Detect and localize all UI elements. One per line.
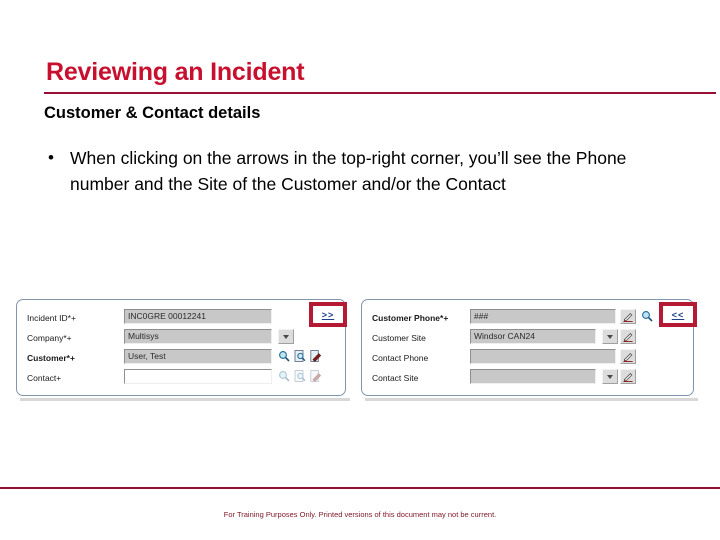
field-label-customer: Customer*+	[27, 353, 75, 363]
chevron-down-icon	[607, 334, 613, 339]
field-label-customer-phone: Customer Phone*+	[372, 313, 449, 323]
contact-phone-edit-button[interactable]	[620, 349, 636, 364]
incident-id-field[interactable]: INC0GRE 00012241	[124, 309, 272, 324]
bullet-marker: •	[48, 148, 54, 167]
customer-site-dropdown-button[interactable]	[602, 329, 618, 344]
edit-document-icon[interactable]	[310, 350, 322, 362]
field-label-company: Company*+	[27, 333, 72, 343]
left-panel-shadow	[20, 398, 350, 401]
pencil-icon	[623, 353, 633, 362]
customer-site-field[interactable]: Windsor CAN24	[470, 329, 596, 344]
field-label-contact: Contact+	[27, 373, 62, 383]
contact-phone-field[interactable]	[470, 349, 616, 364]
search-icon[interactable]	[641, 310, 653, 322]
collapse-arrows-label: <<	[671, 309, 685, 320]
expand-arrows-label: >>	[321, 309, 335, 320]
pencil-icon	[623, 373, 633, 382]
page-title: Reviewing an Incident	[46, 58, 305, 86]
title-divider	[44, 92, 716, 94]
pencil-icon	[623, 313, 633, 322]
customer-contact-detail-panel: Customer Phone*+ ### Customer Site Winds…	[361, 299, 694, 396]
chevron-down-icon	[607, 374, 613, 379]
list-item: • When clicking on the arrows in the top…	[48, 145, 688, 197]
footer-divider	[0, 487, 720, 489]
customer-phone-edit-button[interactable]	[620, 309, 636, 324]
company-dropdown-button[interactable]	[278, 329, 294, 344]
search-icon[interactable]	[278, 350, 290, 362]
search-icon[interactable]	[278, 370, 290, 382]
field-label-incident-id: Incident ID*+	[27, 313, 76, 323]
bullet-list: • When clicking on the arrows in the top…	[48, 145, 688, 197]
contact-site-edit-button[interactable]	[620, 369, 636, 384]
preview-document-icon[interactable]	[294, 370, 306, 382]
customer-site-edit-button[interactable]	[620, 329, 636, 344]
edit-document-icon[interactable]	[310, 370, 322, 382]
field-label-customer-site: Customer Site	[372, 333, 426, 343]
customer-phone-field[interactable]: ###	[470, 309, 616, 324]
collapse-arrows-button[interactable]: <<	[659, 302, 697, 327]
company-field[interactable]: Multisys	[124, 329, 272, 344]
bullet-text: When clicking on the arrows in the top-r…	[70, 148, 627, 194]
right-panel-shadow	[365, 398, 698, 401]
preview-document-icon[interactable]	[294, 350, 306, 362]
footer-disclaimer: For Training Purposes Only. Printed vers…	[223, 510, 497, 519]
contact-site-dropdown-button[interactable]	[602, 369, 618, 384]
contact-field[interactable]	[124, 369, 272, 384]
expand-arrows-button[interactable]: >>	[309, 302, 347, 327]
field-label-contact-site: Contact Site	[372, 373, 419, 383]
pencil-icon	[623, 333, 633, 342]
contact-site-field[interactable]	[470, 369, 596, 384]
chevron-down-icon	[283, 334, 289, 339]
page-subtitle: Customer & Contact details	[44, 104, 261, 122]
customer-contact-panel: Incident ID*+ INC0GRE 00012241 Company*+…	[16, 299, 346, 396]
customer-field[interactable]: User, Test	[124, 349, 272, 364]
field-label-contact-phone: Contact Phone	[372, 353, 429, 363]
